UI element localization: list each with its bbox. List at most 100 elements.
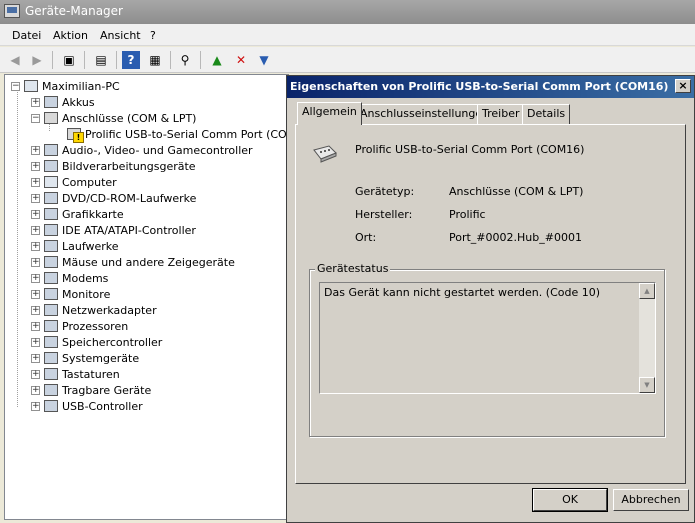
- display-adapter-icon: [44, 208, 58, 220]
- forward-arrow-icon[interactable]: ▶: [28, 51, 46, 69]
- menu-ansicht[interactable]: Ansicht: [100, 29, 141, 42]
- device-status-textbox[interactable]: Das Gerät kann nicht gestartet werden. (…: [319, 282, 656, 394]
- tree-item-monitore[interactable]: + Monitore: [31, 286, 110, 302]
- show-hide-tree-icon[interactable]: ▣: [60, 51, 78, 69]
- tree-item-netzwerk[interactable]: + Netzwerkadapter: [31, 302, 157, 318]
- tree-item-audio[interactable]: + Audio-, Video- und Gamecontroller: [31, 142, 253, 158]
- expand-icon[interactable]: +: [31, 241, 40, 251]
- tree-item-dvd[interactable]: + DVD/CD-ROM-Laufwerke: [31, 190, 196, 206]
- properties-icon[interactable]: ▤: [92, 51, 110, 69]
- menu-help[interactable]: ?: [150, 29, 156, 42]
- tree-item-tastaturen[interactable]: + Tastaturen: [31, 366, 120, 382]
- view-icon[interactable]: ▦: [146, 51, 164, 69]
- toolbar: ◀ ▶ ▣ ▤ ? ▦ ⚲ ▲ ✕ ▼: [0, 47, 695, 73]
- tree-item-bildverarbeitung[interactable]: + Bildverarbeitungsgeräte: [31, 158, 196, 174]
- port-icon: [44, 112, 58, 124]
- expand-icon[interactable]: +: [31, 209, 40, 219]
- usb-icon: [44, 400, 58, 412]
- toolbar-separator: [200, 51, 201, 69]
- status-scrollbar[interactable]: ▲ ▼: [639, 283, 655, 393]
- tree-item-label: Systemgeräte: [62, 351, 140, 365]
- expand-icon[interactable]: +: [31, 289, 40, 299]
- tree-item-label: IDE ATA/ATAPI-Controller: [62, 223, 196, 237]
- property-value-type: Anschlüsse (COM & LPT): [449, 185, 584, 198]
- toolbar-separator: [116, 51, 117, 69]
- expand-icon[interactable]: +: [31, 401, 40, 411]
- processor-icon: [44, 320, 58, 332]
- tab-allgemein[interactable]: Allgemein: [297, 102, 362, 125]
- tree-item-label: Audio-, Video- und Gamecontroller: [62, 143, 253, 157]
- back-arrow-icon[interactable]: ◀: [6, 51, 24, 69]
- expand-icon[interactable]: +: [31, 145, 40, 155]
- tree-item-akkus[interactable]: + Akkus: [31, 94, 95, 110]
- device-status-text: Das Gerät kann nicht gestartet werden. (…: [324, 286, 601, 299]
- toolbar-separator: [84, 51, 85, 69]
- expand-icon[interactable]: +: [31, 193, 40, 203]
- ok-button[interactable]: OK: [532, 488, 608, 512]
- tree-item-ide[interactable]: + IDE ATA/ATAPI-Controller: [31, 222, 196, 238]
- expand-icon[interactable]: +: [31, 257, 40, 267]
- tree-item-label: Monitore: [62, 287, 111, 301]
- serial-port-icon: [313, 145, 337, 163]
- device-tree[interactable]: − Maximilian-PC + Akkus − Anschlüsse (CO…: [4, 74, 315, 520]
- scan-hardware-icon[interactable]: ⚲: [176, 51, 194, 69]
- tree-item-computer[interactable]: + Computer: [31, 174, 117, 190]
- expand-icon[interactable]: +: [31, 177, 40, 187]
- menu-datei[interactable]: Datei: [12, 29, 41, 42]
- tree-item-modems[interactable]: + Modems: [31, 270, 108, 286]
- scroll-up-icon[interactable]: ▲: [639, 283, 655, 299]
- property-label-location: Ort:: [355, 231, 377, 244]
- tree-item-laufwerke[interactable]: + Laufwerke: [31, 238, 119, 254]
- device-name: Prolific USB-to-Serial Comm Port (COM16): [355, 143, 585, 156]
- menu-bar: Datei Aktion Ansicht ?: [0, 24, 695, 46]
- tree-item-label: Modems: [62, 271, 109, 285]
- tree-root[interactable]: − Maximilian-PC: [11, 78, 120, 94]
- expand-icon[interactable]: +: [31, 369, 40, 379]
- tree-item-prolific[interactable]: Prolific USB-to-Serial Comm Port (COM16): [67, 126, 315, 143]
- expand-icon[interactable]: +: [31, 305, 40, 315]
- disable-icon[interactable]: ▼: [255, 51, 273, 69]
- tree-item-prozessoren[interactable]: + Prozessoren: [31, 318, 128, 334]
- ide-controller-icon: [44, 224, 58, 236]
- tree-item-label: DVD/CD-ROM-Laufwerke: [62, 191, 197, 205]
- help-icon[interactable]: ?: [122, 51, 140, 69]
- cancel-button[interactable]: Abbrechen: [613, 489, 689, 511]
- tree-item-grafikkarte[interactable]: + Grafikkarte: [31, 206, 124, 222]
- tree-item-label: Prolific USB-to-Serial Comm Port (COM16): [85, 127, 315, 141]
- expand-icon[interactable]: +: [31, 337, 40, 347]
- device-manager-icon: [4, 4, 20, 18]
- expand-icon[interactable]: +: [31, 161, 40, 171]
- tree-item-anschluesse[interactable]: − Anschlüsse (COM & LPT): [31, 110, 196, 126]
- tree-item-label: Prozessoren: [62, 319, 129, 333]
- expand-icon[interactable]: +: [31, 321, 40, 331]
- uninstall-icon[interactable]: ✕: [232, 51, 250, 69]
- tree-item-speicher[interactable]: + Speichercontroller: [31, 334, 162, 350]
- close-icon[interactable]: ×: [675, 79, 691, 93]
- tree-root-label: Maximilian-PC: [42, 79, 120, 93]
- tree-line: [17, 89, 18, 407]
- tree-item-tragbar[interactable]: + Tragbare Geräte: [31, 382, 151, 398]
- tree-item-label: Tragbare Geräte: [62, 383, 152, 397]
- tree-item-system[interactable]: + Systemgeräte: [31, 350, 139, 366]
- property-label-type: Gerätetyp:: [355, 185, 415, 198]
- expand-icon[interactable]: +: [31, 273, 40, 283]
- update-driver-icon[interactable]: ▲: [208, 51, 226, 69]
- monitor-icon: [44, 288, 58, 300]
- tree-item-label: Anschlüsse (COM & LPT): [62, 111, 197, 125]
- property-value-location: Port_#0002.Hub_#0001: [449, 231, 582, 244]
- expand-icon[interactable]: +: [31, 385, 40, 395]
- expand-icon[interactable]: +: [31, 353, 40, 363]
- expand-icon[interactable]: +: [31, 225, 40, 235]
- scroll-down-icon[interactable]: ▼: [639, 377, 655, 393]
- collapse-icon[interactable]: −: [11, 81, 20, 91]
- disc-drive-icon: [44, 192, 58, 204]
- tab-details[interactable]: Details: [522, 104, 571, 124]
- tab-treiber[interactable]: Treiber: [477, 104, 525, 124]
- collapse-icon[interactable]: −: [31, 113, 40, 123]
- device-status-label: Gerätestatus: [315, 262, 391, 275]
- expand-icon[interactable]: +: [31, 97, 40, 107]
- tree-item-usb[interactable]: + USB-Controller: [31, 398, 143, 414]
- tab-anschlusseinstellungen[interactable]: Anschlusseinstellungen: [355, 104, 495, 124]
- menu-aktion[interactable]: Aktion: [53, 29, 88, 42]
- tree-item-maeuse[interactable]: + Mäuse und andere Zeigegeräte: [31, 254, 235, 270]
